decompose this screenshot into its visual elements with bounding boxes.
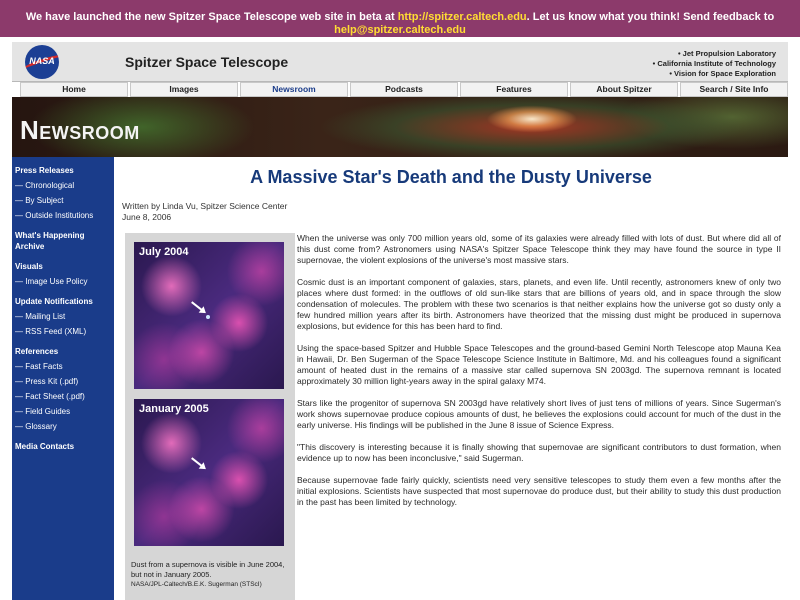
beta-site-link[interactable]: http://spitzer.caltech.edu: [398, 11, 527, 23]
site-title[interactable]: Spitzer Space Telescope: [125, 54, 288, 70]
sidebar-item-chronological[interactable]: — Chronological: [15, 181, 111, 191]
nav-tab-features[interactable]: Features: [460, 82, 568, 97]
article-paragraph: "This discovery is interesting because i…: [297, 442, 781, 463]
vision-link[interactable]: • Vision for Space Exploration: [653, 69, 776, 79]
nav-tab-images[interactable]: Images: [130, 82, 238, 97]
sidebar-heading-visuals[interactable]: Visuals: [15, 261, 111, 272]
figure-caption: Dust from a supernova is visible in June…: [131, 560, 291, 590]
jpl-link[interactable]: • Jet Propulsion Laboratory: [653, 49, 776, 59]
article-paragraph: Using the space-based Spitzer and Hubble…: [297, 343, 781, 386]
byline-date: June 8, 2006: [122, 212, 172, 222]
nav-tab-home[interactable]: Home: [20, 82, 128, 97]
main-nav: Home Images Newsroom Podcasts Features A…: [20, 82, 788, 97]
article-title: A Massive Star's Death and the Dusty Uni…: [250, 167, 652, 187]
image-label-july-2004: July 2004: [139, 246, 189, 258]
supernova-marker: [206, 315, 210, 319]
sidebar-heading-update-notifications[interactable]: Update Notifications: [15, 296, 111, 307]
sidebar-item-by-subject[interactable]: — By Subject: [15, 196, 111, 206]
hero-title: Newsroom: [20, 115, 140, 145]
sidebar-heading-media-contacts[interactable]: Media Contacts: [15, 441, 111, 452]
arrow-icon: [191, 301, 205, 313]
nav-tab-search[interactable]: Search / Site Info: [680, 82, 788, 97]
nasa-logo[interactable]: NASA: [25, 45, 59, 79]
article-paragraph: Because supernovae fade fairly quickly, …: [297, 475, 781, 507]
sidebar-heading-whats-happening[interactable]: What's Happening Archive: [15, 230, 111, 252]
nav-tab-podcasts[interactable]: Podcasts: [350, 82, 458, 97]
nav-tab-about[interactable]: About Spitzer: [570, 82, 678, 97]
main-content: A Massive Star's Death and the Dusty Uni…: [114, 157, 788, 600]
arrow-icon: [191, 457, 205, 469]
sidebar-item-glossary[interactable]: — Glossary: [15, 422, 111, 432]
sidebar: Press Releases — Chronological — By Subj…: [12, 157, 114, 600]
nav-tab-newsroom[interactable]: Newsroom: [240, 82, 348, 97]
image-credit: NASA/JPL-Caltech/B.E.K. Sugerman (STScI): [131, 581, 262, 588]
article-paragraph: Stars like the progenitor of supernova S…: [297, 398, 781, 430]
sidebar-item-press-kit[interactable]: — Press Kit (.pdf): [15, 377, 111, 387]
sidebar-item-mailing-list[interactable]: — Mailing List: [15, 312, 111, 322]
nasa-logo-text: NASA: [29, 56, 55, 66]
supernova-image-july-2004[interactable]: July 2004: [134, 242, 284, 389]
article-figure: July 2004 January 2005 Dust from a super…: [125, 233, 295, 600]
sidebar-item-fact-sheet[interactable]: — Fact Sheet (.pdf): [15, 392, 111, 402]
caption-text: Dust from a supernova is visible in June…: [131, 560, 285, 579]
article-paragraph: Cosmic dust is an important component of…: [297, 277, 781, 331]
banner-text-middle: . Let us know what you think! Send feedb…: [526, 11, 775, 23]
newsroom-hero-banner: Newsroom: [12, 97, 788, 157]
announcement-banner: We have launched the new Spitzer Space T…: [0, 0, 800, 37]
sidebar-item-image-use-policy[interactable]: — Image Use Policy: [15, 277, 111, 287]
sidebar-item-fast-facts[interactable]: — Fast Facts: [15, 362, 111, 372]
sidebar-item-rss-feed[interactable]: — RSS Feed (XML): [15, 327, 111, 337]
institution-links: • Jet Propulsion Laboratory • California…: [653, 49, 776, 79]
image-label-january-2005: January 2005: [139, 403, 209, 415]
article-paragraph: When the universe was only 700 million y…: [297, 233, 781, 265]
caltech-link[interactable]: • California Institute of Technology: [653, 59, 776, 69]
article-byline: Written by Linda Vu, Spitzer Science Cen…: [122, 201, 287, 223]
sidebar-item-field-guides[interactable]: — Field Guides: [15, 407, 111, 417]
feedback-email-link[interactable]: help@spitzer.caltech.edu: [334, 24, 466, 36]
site-header: NASA Spitzer Space Telescope • Jet Propu…: [12, 42, 788, 82]
banner-text: We have launched the new Spitzer Space T…: [25, 11, 398, 23]
supernova-image-january-2005[interactable]: January 2005: [134, 399, 284, 546]
sidebar-heading-references[interactable]: References: [15, 346, 111, 357]
byline-author: Written by Linda Vu, Spitzer Science Cen…: [122, 201, 288, 211]
sidebar-item-outside-institutions[interactable]: — Outside Institutions: [15, 211, 111, 221]
sidebar-heading-press-releases[interactable]: Press Releases: [15, 165, 111, 176]
article-body: When the universe was only 700 million y…: [297, 233, 781, 519]
